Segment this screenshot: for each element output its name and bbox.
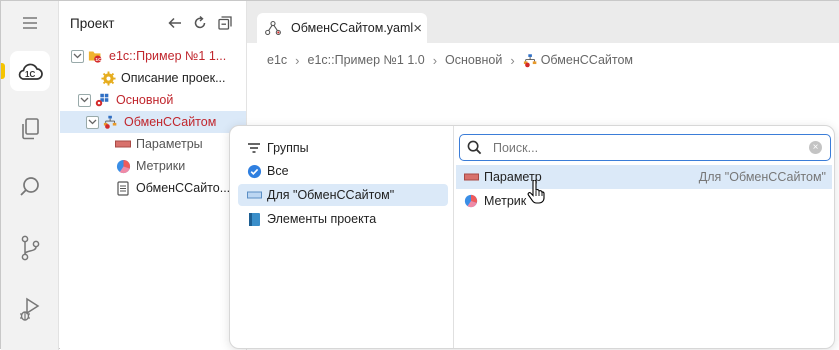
tree-item-project[interactable]: 1C e1c::Пример №1 1... <box>60 45 246 67</box>
tree-item-subsystem[interactable]: Основной <box>60 89 246 111</box>
book-icon <box>246 211 262 227</box>
parameter-icon <box>463 169 479 185</box>
tree-item-label: Параметры <box>136 137 203 151</box>
group-label: Все <box>267 164 289 178</box>
run-debug-icon[interactable] <box>10 289 50 329</box>
breadcrumb-item[interactable]: e1c::Пример №1 1.0 <box>308 53 425 67</box>
breadcrumb-item[interactable]: Основной <box>445 53 502 67</box>
svg-text:1C: 1C <box>95 57 102 63</box>
project-panel: Проект 1C e1c::Пример №1 1... Описание п… <box>60 1 246 350</box>
clear-icon[interactable]: × <box>809 141 822 154</box>
activity-bar: 1C <box>1 1 59 350</box>
search-input[interactable] <box>493 140 803 155</box>
active-indicator <box>1 63 5 79</box>
breadcrumb-item[interactable]: ОбменССайтом <box>541 53 633 67</box>
collapse-all-icon[interactable] <box>216 14 234 32</box>
breadcrumb: e1c › e1c::Пример №1 1.0 › Основной › Об… <box>267 52 633 68</box>
chevron-down-icon[interactable] <box>86 115 99 129</box>
gear-icon <box>100 70 116 86</box>
tree-item-exchange[interactable]: ОбменССайтом <box>60 111 246 133</box>
filter-icon <box>246 140 262 156</box>
tree-item-label: ОбменССайтом <box>124 115 217 129</box>
yaml-file-icon <box>115 180 131 196</box>
close-icon[interactable]: × <box>413 20 422 37</box>
exchange-icon <box>265 20 281 36</box>
exchange-icon <box>103 114 119 130</box>
tab-label: ОбменССайтом.yaml <box>291 21 414 35</box>
tree-item-label: Метрики <box>136 159 186 173</box>
group-project-elements[interactable]: Элементы проекта <box>238 208 448 230</box>
tab-exchange-yaml[interactable]: ОбменССайтом.yaml × <box>257 13 427 43</box>
project-folder-icon: 1C <box>88 48 104 64</box>
group-all[interactable]: Все <box>238 160 448 182</box>
popup-divider <box>453 126 454 348</box>
tree-item-label: ОбменССайто... <box>136 181 231 195</box>
chevron-down-icon[interactable] <box>78 93 91 107</box>
metrics-icon <box>463 193 479 209</box>
result-hint: Для "ОбменССайтом" <box>698 170 826 184</box>
result-item-parameter[interactable]: Параметр Для "ОбменССайтом" <box>456 165 832 189</box>
search-box: × <box>459 134 831 161</box>
tree-item-description[interactable]: Описание проек... <box>60 67 246 89</box>
exchange-icon <box>523 52 539 68</box>
rectangle-icon <box>246 187 262 203</box>
svg-text:1C: 1C <box>25 70 35 79</box>
tree-item-yaml[interactable]: ОбменССайто... <box>60 177 246 199</box>
group-label: Элементы проекта <box>267 212 377 226</box>
back-arrow-icon[interactable] <box>166 14 184 32</box>
group-label: Для "ОбменССайтом" <box>267 188 395 202</box>
search-icon[interactable] <box>10 167 50 207</box>
groups-header: Группы <box>246 140 309 156</box>
result-label: Метрик <box>484 194 527 208</box>
chevron-right-icon: › <box>432 52 438 68</box>
1c-cloud-icon[interactable]: 1C <box>10 51 50 91</box>
metrics-icon <box>115 158 131 174</box>
tree-item-parameters[interactable]: Параметры <box>60 133 246 155</box>
search-icon <box>466 140 482 156</box>
subsystem-icon <box>95 92 111 108</box>
result-item-metric[interactable]: Метрик <box>456 189 832 213</box>
tree-item-label: e1c::Пример №1 1... <box>109 49 227 63</box>
chevron-right-icon: › <box>510 52 515 68</box>
breadcrumb-item[interactable]: e1c <box>267 53 287 67</box>
hamburger-menu-icon[interactable] <box>10 3 50 43</box>
chevron-down-icon[interactable] <box>71 49 84 63</box>
group-for-exchange[interactable]: Для "ОбменССайтом" <box>238 184 448 206</box>
tree-item-label: Описание проек... <box>121 71 226 85</box>
tree-item-label: Основной <box>116 93 174 107</box>
refresh-icon[interactable] <box>191 14 209 32</box>
tab-strip: ОбменССайтом.yaml × <box>247 1 839 43</box>
tree-item-metrics[interactable]: Метрики <box>60 155 246 177</box>
groups-header-label: Группы <box>267 141 309 155</box>
project-title: Проект <box>70 16 115 31</box>
source-control-icon[interactable] <box>10 228 50 268</box>
add-element-popup: Группы Все Для "ОбменССайтом" Элементы п… <box>229 125 835 349</box>
hand-cursor-icon <box>527 179 545 207</box>
chevron-right-icon: › <box>295 52 300 68</box>
copy-files-icon[interactable] <box>10 109 50 149</box>
check-circle-icon <box>246 163 262 179</box>
parameters-icon <box>115 136 131 152</box>
